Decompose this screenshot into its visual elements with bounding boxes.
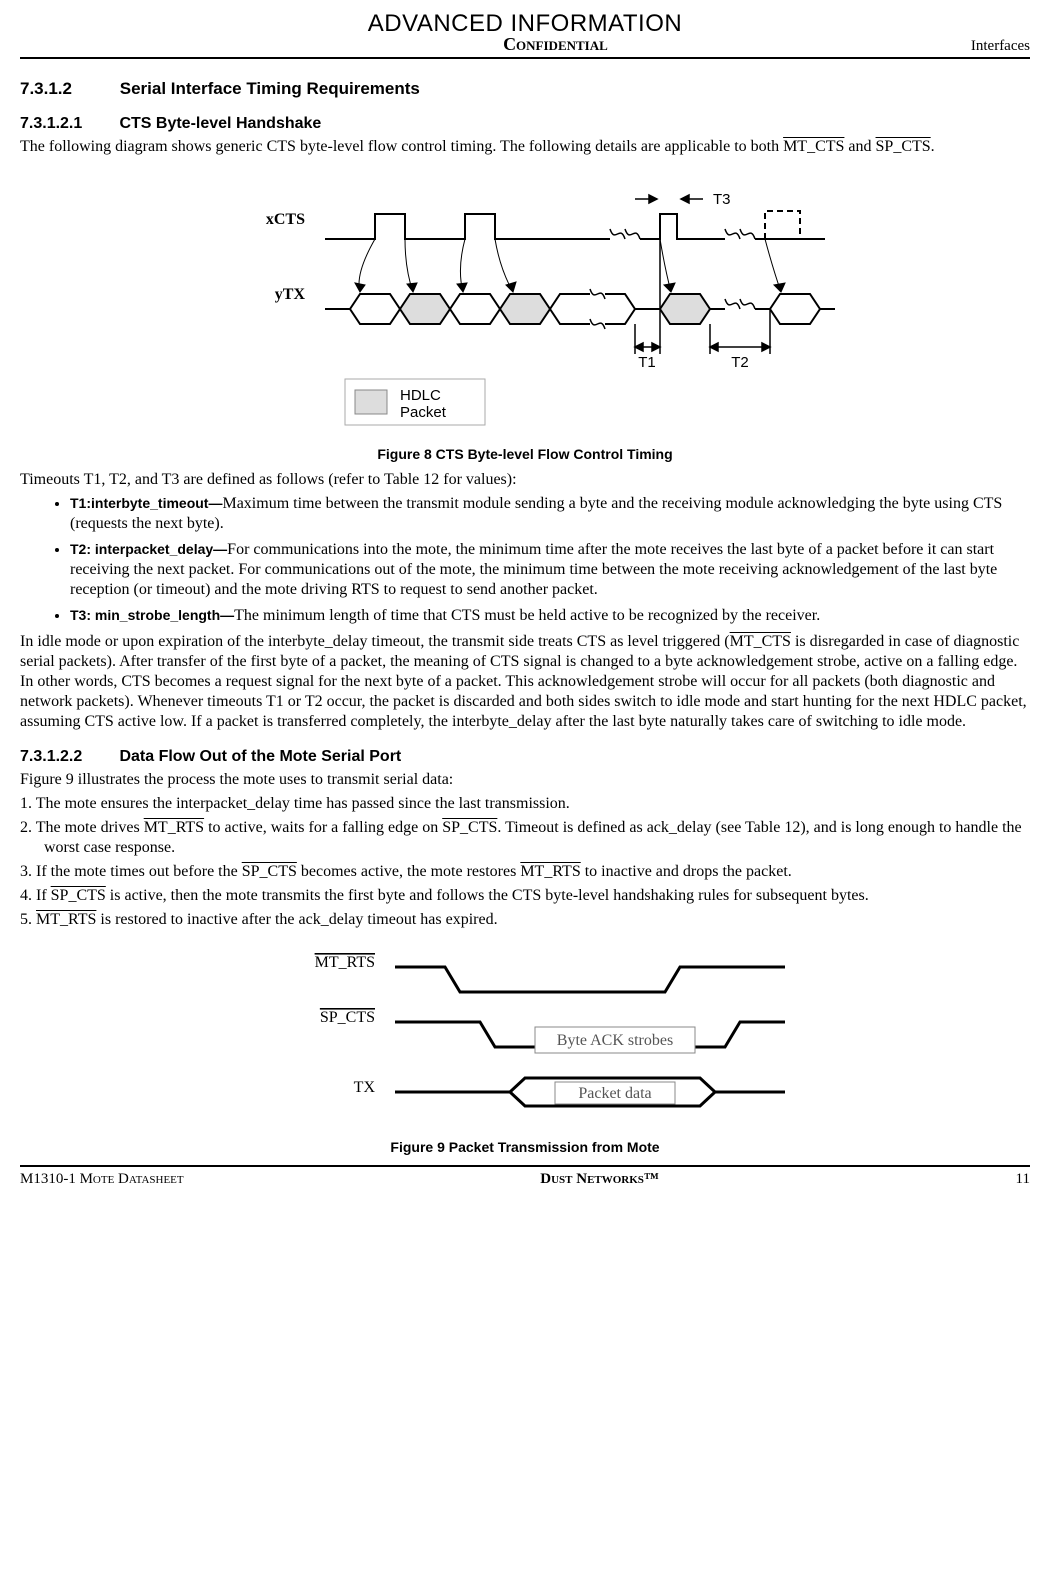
text: becomes active, the mote restores bbox=[297, 863, 520, 880]
bullet-t2: T2: interpacket_delay—For communications… bbox=[70, 540, 1030, 600]
figure-8-svg: xCTS T3 yTX bbox=[205, 169, 845, 429]
label-t1: T1 bbox=[638, 354, 656, 371]
text: 3. If the mote times out before the bbox=[20, 863, 242, 880]
heading-number: 7.3.1.2.1 bbox=[20, 115, 115, 133]
legend-hdlc: HDLC bbox=[400, 387, 441, 404]
text: is active, then the mote transmits the f… bbox=[106, 887, 869, 904]
legend-packet: Packet bbox=[400, 404, 447, 421]
footer-center: Dust Networks™ bbox=[540, 1171, 659, 1187]
heading-title: CTS Byte-level Handshake bbox=[119, 115, 321, 132]
header-confidential: Confidential bbox=[140, 34, 971, 55]
figure-9-svg: MT_RTS SP_CTS Byte ACK strobes TX Packet… bbox=[245, 942, 805, 1122]
step-4: 4. If SP_CTS is active, then the mote tr… bbox=[20, 886, 1030, 906]
label-t3: T3 bbox=[713, 191, 731, 208]
bullet-t1: T1:interbyte_timeout—Maximum time betwee… bbox=[70, 494, 1030, 534]
signal-mt-cts: MT_CTS bbox=[783, 138, 844, 155]
label-sp-cts: SP_CTS bbox=[320, 1009, 375, 1026]
signal-sp-cts: SP_CTS bbox=[876, 138, 931, 155]
step-3: 3. If the mote times out before the SP_C… bbox=[20, 862, 1030, 882]
figure-9-caption: Figure 9 Packet Transmission from Mote bbox=[20, 1139, 1030, 1155]
term-t2: T2: interpacket_delay— bbox=[70, 541, 227, 557]
heading-7-3-1-2: 7.3.1.2 Serial Interface Timing Requirem… bbox=[20, 79, 1030, 99]
term-t1: T1:interbyte_timeout— bbox=[70, 495, 222, 511]
text: and bbox=[844, 138, 875, 155]
label-packet-data: Packet data bbox=[578, 1085, 651, 1102]
figure-8: xCTS T3 yTX bbox=[20, 169, 1030, 434]
text: to inactive and drops the packet. bbox=[581, 863, 792, 880]
label-xcts: xCTS bbox=[266, 211, 305, 228]
label-ytx: yTX bbox=[275, 286, 306, 303]
para-idle-mode: In idle mode or upon expiration of the i… bbox=[20, 632, 1030, 732]
text: The following diagram shows generic CTS … bbox=[20, 138, 783, 155]
numbered-steps: 1. The mote ensures the interpacket_dela… bbox=[20, 794, 1030, 930]
heading-7-3-1-2-1: 7.3.1.2.1 CTS Byte-level Handshake bbox=[20, 115, 1030, 133]
footer-page-number: 11 bbox=[1016, 1171, 1030, 1188]
header-section: Interfaces bbox=[971, 38, 1030, 55]
text: 4. If bbox=[20, 887, 51, 904]
heading-number: 7.3.1.2 bbox=[20, 79, 115, 99]
text: 2. The mote drives bbox=[20, 819, 144, 836]
signal-sp-cts: SP_CTS bbox=[442, 819, 497, 836]
figure-8-caption: Figure 8 CTS Byte-level Flow Control Tim… bbox=[20, 446, 1030, 462]
figure-9: MT_RTS SP_CTS Byte ACK strobes TX Packet… bbox=[20, 942, 1030, 1127]
bullet-t3: T3: min_strobe_length—The minimum length… bbox=[70, 606, 1030, 626]
text: . bbox=[931, 138, 935, 155]
signal-sp-cts: SP_CTS bbox=[242, 863, 297, 880]
step-5: 5. MT_RTS is restored to inactive after … bbox=[20, 910, 1030, 930]
label-tx: TX bbox=[354, 1079, 376, 1096]
label-mt-rts: MT_RTS bbox=[315, 954, 375, 971]
term-t3: T3: min_strobe_length— bbox=[70, 607, 234, 623]
text: is restored to inactive after the ack_de… bbox=[96, 911, 497, 928]
signal-mt-rts: MT_RTS bbox=[520, 863, 580, 880]
step-2: 2. The mote drives MT_RTS to active, wai… bbox=[20, 818, 1030, 858]
label-byte-ack: Byte ACK strobes bbox=[557, 1032, 673, 1049]
signal-mt-rts: MT_RTS bbox=[36, 911, 96, 928]
heading-number: 7.3.1.2.2 bbox=[20, 748, 115, 766]
footer-left: M1310-1 Mote Datasheet bbox=[20, 1171, 184, 1188]
text: to active, waits for a falling edge on bbox=[204, 819, 442, 836]
signal-mt-cts: MT_CTS bbox=[730, 633, 791, 650]
text: 5. bbox=[20, 911, 36, 928]
heading-title: Data Flow Out of the Mote Serial Port bbox=[119, 748, 401, 765]
label-t2: T2 bbox=[731, 354, 749, 371]
text: In idle mode or upon expiration of the i… bbox=[20, 633, 730, 650]
signal-mt-rts: MT_RTS bbox=[144, 819, 204, 836]
para-intro-73122: Figure 9 illustrates the process the mot… bbox=[20, 770, 1030, 790]
signal-sp-cts: SP_CTS bbox=[51, 887, 106, 904]
heading-title: Serial Interface Timing Requirements bbox=[120, 79, 420, 98]
heading-7-3-1-2-2: 7.3.1.2.2 Data Flow Out of the Mote Seri… bbox=[20, 748, 1030, 766]
timeout-bullet-list: T1:interbyte_timeout—Maximum time betwee… bbox=[20, 494, 1030, 626]
page-footer: M1310-1 Mote Datasheet Dust Networks™ 11 bbox=[20, 1165, 1030, 1188]
para-timeouts-intro: Timeouts T1, T2, and T3 are defined as f… bbox=[20, 470, 1030, 490]
body-t3: The minimum length of time that CTS must… bbox=[234, 607, 820, 624]
step-1: 1. The mote ensures the interpacket_dela… bbox=[20, 794, 1030, 814]
page-header: Confidential Interfaces bbox=[20, 34, 1030, 59]
para-intro-73121: The following diagram shows generic CTS … bbox=[20, 137, 1030, 157]
